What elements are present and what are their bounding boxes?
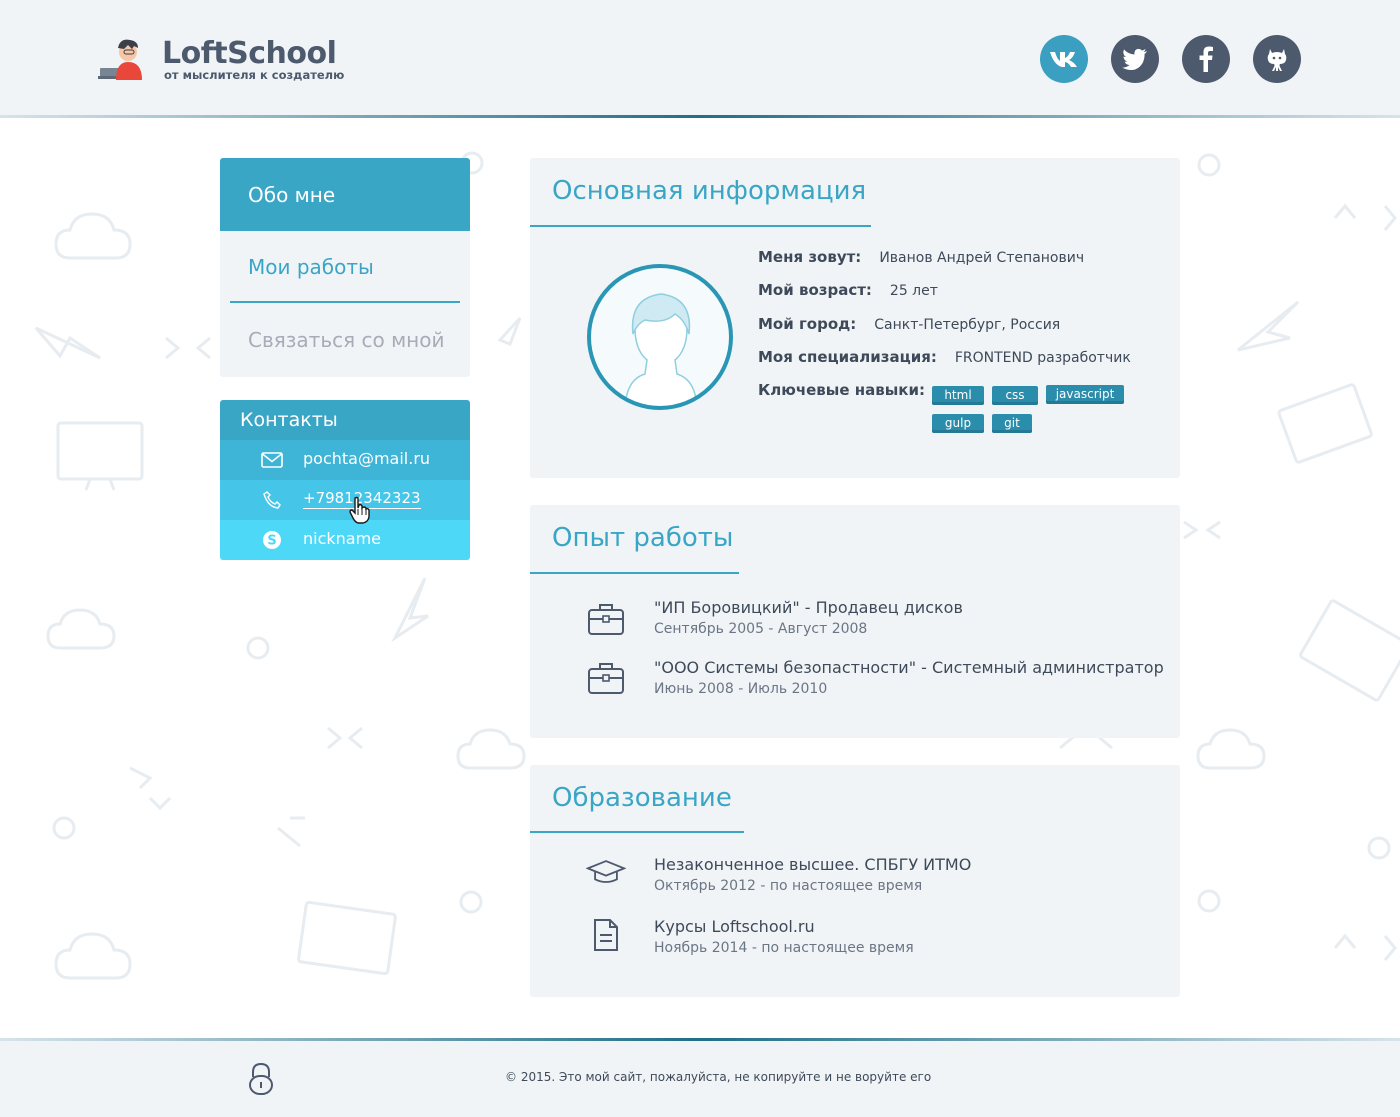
skill-tag: css [992, 386, 1038, 405]
experience-item: "ИП Боровицкий" - Продавец дисков Сентяб… [654, 598, 963, 637]
info-label: Мой город: [758, 315, 857, 333]
education-item: Незаконченное высшее. СПБГУ ИТМО Октябрь… [654, 855, 971, 894]
user-avatar-icon [587, 264, 733, 410]
education-item: Курсы Loftschool.ru Ноябрь 2014 - по нас… [654, 917, 914, 956]
info-label: Меня зовут: [758, 248, 862, 266]
info-label: Ключевые навыки: [758, 381, 925, 399]
experience-item: "ООО Системы безопастности" - Системный … [654, 658, 1164, 697]
info-label: Моя специализация: [758, 348, 937, 366]
title-underline [530, 225, 871, 227]
github-icon [1267, 49, 1287, 71]
nav-divider [230, 301, 460, 303]
info-value: FRONTEND разработчик [954, 350, 1131, 366]
header: LoftSchool от мыслителя к создателю [0, 0, 1400, 118]
lock-icon[interactable] [248, 1062, 274, 1096]
document-icon [586, 915, 626, 955]
logo-avatar-icon [98, 39, 142, 80]
experience-panel: Опыт работы "ИП Боровицкий" - Продавец д… [530, 505, 1180, 738]
experience-title-text: "ИП Боровицкий" - Продавец дисков [654, 598, 963, 617]
experience-title-text: "ООО Системы безопастности" - Системный … [654, 658, 1164, 677]
graduation-cap-icon [586, 852, 626, 892]
envelope-icon [261, 450, 283, 470]
education-dates: Ноябрь 2014 - по настоящее время [654, 940, 914, 956]
header-divider [0, 115, 1400, 118]
experience-dates: Сентябрь 2005 - Август 2008 [654, 621, 868, 637]
contact-email-text: pochta@mail.ru [303, 449, 431, 468]
contacts-box: Контакты pochta@mail.ru +79812342323 S n… [220, 400, 470, 560]
education-title-text: Незаконченное высшее. СПБГУ ИТМО [654, 855, 972, 874]
phone-icon [261, 490, 283, 510]
experience-title: Опыт работы [552, 523, 734, 553]
sidebar-nav: Обо мне Мои работы Связаться со мной [220, 158, 470, 377]
info-value: Санкт-Петербург, Россия [874, 317, 1061, 333]
education-dates: Октябрь 2012 - по настоящее время [654, 878, 923, 894]
education-panel: Образование Незаконченное высшее. СПБГУ … [530, 765, 1180, 997]
github-button[interactable] [1253, 35, 1301, 83]
info-row-name: Меня зовут: Иванов Андрей Степанович [758, 248, 1084, 266]
svg-text:S: S [267, 534, 276, 549]
brand-name: LoftSchool [162, 36, 337, 71]
info-row-city: Мой город: Санкт-Петербург, Россия [758, 315, 1060, 333]
facebook-icon [1199, 46, 1213, 72]
nav-item-contact[interactable]: Связаться со мной [220, 304, 470, 376]
skype-icon: S [261, 530, 283, 550]
basic-info-panel: Основная информация Меня зовут: Иванов А… [530, 158, 1180, 478]
twitter-icon [1122, 48, 1147, 70]
briefcase-icon [586, 658, 626, 698]
nav-item-works[interactable]: Мои работы [220, 231, 470, 303]
skill-tag: javascript [1046, 385, 1124, 404]
skill-tag: html [932, 386, 984, 405]
contacts-title: Контакты [220, 400, 470, 440]
contact-email[interactable]: pochta@mail.ru [220, 440, 470, 480]
copyright-text: © 2015. Это мой сайт, пожалуйста, не коп… [505, 1070, 932, 1084]
experience-dates: Июнь 2008 - Июль 2010 [654, 681, 828, 697]
brand-tagline: от мыслителя к создателю [164, 68, 345, 82]
info-row-age: Мой возраст: 25 лет [758, 281, 938, 299]
info-label: Мой возраст: [758, 281, 872, 299]
facebook-button[interactable] [1182, 35, 1230, 83]
info-row-skills: Ключевые навыки: [758, 381, 925, 399]
skill-tag: gulp [932, 414, 984, 433]
vk-button[interactable] [1040, 35, 1088, 83]
nav-item-about[interactable]: Обо мне [220, 158, 470, 231]
contact-phone[interactable]: +79812342323 [220, 480, 470, 520]
title-underline [530, 831, 744, 833]
footer: © 2015. Это мой сайт, пожалуйста, не коп… [0, 1038, 1400, 1117]
education-title: Образование [552, 783, 732, 813]
logo[interactable]: LoftSchool от мыслителя к создателю [98, 36, 358, 86]
skill-tag: git [992, 414, 1032, 433]
info-row-specialization: Моя специализация: FRONTEND разработчик [758, 348, 1131, 366]
contact-skype-text: nickname [303, 529, 382, 548]
hand-cursor-icon [349, 496, 370, 524]
info-value: Иванов Андрей Степанович [879, 250, 1085, 266]
education-title-text: Курсы Loftschool.ru [654, 917, 815, 936]
briefcase-icon [586, 599, 626, 639]
info-value: 25 лет [889, 283, 938, 299]
vk-icon [1050, 52, 1077, 67]
twitter-button[interactable] [1111, 35, 1159, 83]
title-underline [530, 572, 739, 574]
footer-divider [0, 1038, 1400, 1041]
contact-skype[interactable]: S nickname [220, 520, 470, 560]
basic-info-title: Основная информация [552, 176, 867, 206]
